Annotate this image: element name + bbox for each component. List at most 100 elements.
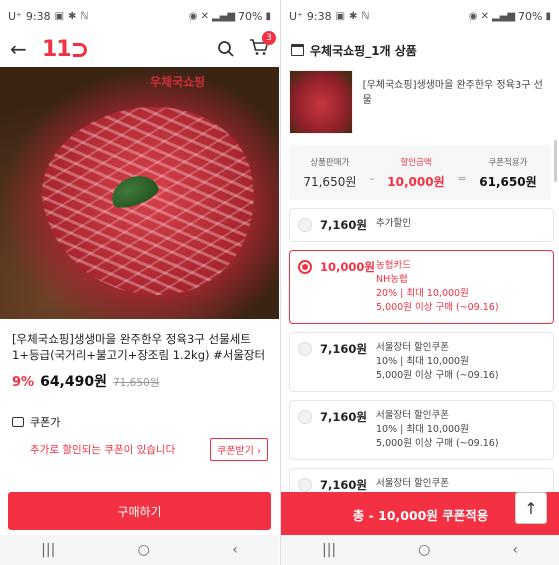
discount-value: 10,000원	[387, 174, 445, 189]
status-bar: U⁺ 9:38 ▣ ✱ ℕ ◉ ✕ ▂▄▆ 70% ▮	[281, 0, 559, 32]
coupon-detail-line: NH농협	[376, 274, 408, 285]
product-detail-screen: U⁺ 9:38 ▣ ✱ ℕ ◉ ✕ ▂▄▆ 70% ▮ ← 11 3 우체국쇼핑…	[0, 0, 279, 565]
radio-button[interactable]	[298, 218, 312, 232]
equals-sign: =	[457, 172, 467, 185]
coupon-option[interactable]: 7,160원 추가할인	[289, 208, 554, 242]
coupon-ticket-icon	[12, 417, 24, 427]
notification-icon: ℕ	[361, 10, 370, 22]
clock: 9:38	[306, 9, 332, 23]
battery-icon: ▮	[265, 10, 271, 22]
coupon-message: 추가로 할인되는 쿠폰이 있습니다	[30, 444, 176, 456]
coupon-option[interactable]: 7,160원 서울장터 할인쿠폰 10% | 최대 10,000원 5,000원 이상…	[289, 332, 554, 392]
recent-apps-button[interactable]: |||	[322, 542, 336, 558]
coupon-amount: 7,160원	[320, 342, 367, 356]
original-price: 71,650원	[112, 377, 160, 389]
sale-price: 64,490원	[40, 374, 107, 390]
coupon-option-list: 7,160원 추가할인 10,000원 농협카드 NH농협 20% | 최대 10,000…	[289, 208, 554, 510]
coupon-description: 추가할인	[376, 217, 411, 233]
carrier-label: U⁺	[8, 9, 22, 23]
radio-button[interactable]	[298, 410, 312, 424]
price-row: 9% 64,490원 71,650원	[12, 371, 159, 391]
battery-level: 70%	[238, 9, 263, 23]
coupon-option[interactable]: 7,160원 서울장터 할인쿠폰 10% | 최대 10,000원 5,000원 이상…	[289, 400, 554, 460]
store-header: 우체국쇼핑_1개 상품	[291, 38, 549, 62]
coupon-price-value: 61,650원	[479, 174, 537, 189]
coupon-detail-line: 추가할인	[376, 218, 411, 229]
store-title: 우체국쇼핑_1개 상품	[310, 43, 417, 58]
signal-icon: ▂▄▆	[491, 10, 516, 22]
coupon-detail-line: 5,000원 이상 구매 (~09.16)	[376, 302, 499, 313]
back-button[interactable]: ‹	[232, 542, 238, 558]
notification-icon: ℕ	[80, 10, 89, 22]
get-coupon-button[interactable]: 쿠폰받기 ›	[210, 438, 268, 461]
coupon-detail-line: 20% | 최대 10,000원	[376, 288, 469, 299]
system-nav-bar: ||| ○ ‹	[281, 535, 559, 565]
coupon-detail-line: 5,000원 이상 구매 (~09.16)	[376, 438, 499, 449]
coupon-detail-line: 5,000원 이상 구매 (~09.16)	[376, 370, 499, 381]
carrier-label: U⁺	[289, 9, 303, 23]
nfc-icon: ✱	[68, 10, 77, 22]
coupon-description: 농협카드 NH농협 20% | 최대 10,000원 5,000원 이상 구매 (~0…	[376, 259, 499, 315]
clock: 9:38	[25, 9, 51, 23]
sale-price-label: 상품판매가	[310, 157, 350, 168]
gallery-icon: ▣	[54, 10, 65, 22]
coupon-amount: 7,160원	[320, 218, 367, 232]
sale-price-value: 71,650원	[303, 174, 357, 189]
coupon-description: 서울장터 할인쿠폰 10% | 최대 10,000원 5,000원 이상 구매 (~…	[376, 409, 499, 451]
steak-graphic	[27, 87, 273, 317]
vibrate-icon: ◉	[468, 10, 478, 22]
discount-rate: 9%	[12, 375, 35, 390]
coupon-detail-line: 서울장터 할인쿠폰	[376, 342, 449, 353]
battery-icon: ▮	[545, 10, 551, 22]
coupon-description: 서울장터 할인쿠폰	[376, 477, 449, 493]
vibrate-icon: ◉	[188, 10, 198, 22]
radio-button[interactable]	[298, 342, 312, 356]
coupon-price-label: 쿠폰적용가	[488, 157, 528, 168]
radio-button[interactable]	[298, 260, 312, 274]
back-arrow-icon[interactable]: ←	[10, 37, 34, 61]
product-title: [우체국쇼핑]생생마을 완주한우 정육3구 선물세트 1+등급(국거리+불고기+…	[12, 332, 266, 362]
nfc-icon: ✱	[349, 10, 358, 22]
gallery-icon: ▣	[335, 10, 346, 22]
scrollbar[interactable]	[554, 140, 557, 182]
back-button[interactable]: ‹	[512, 542, 518, 558]
product-name: [우체국쇼핑]생생마을 완주한우 정육3구 선물	[362, 80, 543, 106]
coupon-detail-line: 10% | 최대 10,000원	[376, 424, 469, 435]
product-thumbnail	[289, 70, 353, 134]
coupon-amount: 10,000원	[320, 260, 375, 274]
image-overlay-text: 우체국쇼핑	[150, 75, 206, 89]
coupon-detail-line: 10% | 최대 10,000원	[376, 356, 469, 367]
coupon-detail-line: 농협카드	[376, 260, 411, 271]
radio-button[interactable]	[298, 478, 312, 492]
coupon-amount: 7,160원	[320, 410, 367, 424]
brand-logo[interactable]: 11	[42, 37, 87, 62]
price-summary: 상품판매가 71,650원 – 할인금액 10,000원 = 쿠폰적용가 61,…	[289, 145, 551, 200]
product-image[interactable]: 우체국쇼핑	[0, 67, 279, 319]
store-icon	[291, 44, 304, 56]
home-button[interactable]: ○	[138, 542, 150, 558]
search-icon[interactable]	[217, 40, 235, 58]
mute-icon: ✕	[480, 10, 489, 22]
coupon-detail-line: 서울장터 할인쿠폰	[376, 478, 449, 489]
home-button[interactable]: ○	[418, 542, 430, 558]
signal-icon: ▂▄▆	[211, 10, 236, 22]
buy-button[interactable]: 구매하기	[8, 492, 271, 530]
recent-apps-button[interactable]: |||	[41, 542, 55, 558]
product-summary: [우체국쇼핑]생생마을 완주한우 정육3구 선물	[289, 70, 551, 134]
coupon-select-screen: U⁺ 9:38 ▣ ✱ ℕ ◉ ✕ ▂▄▆ 70% ▮ 우체국쇼핑_1개 상품 …	[280, 0, 559, 565]
mute-icon: ✕	[200, 10, 209, 22]
coupon-option[interactable]: 10,000원 농협카드 NH농협 20% | 최대 10,000원 5,000원 이상…	[289, 250, 554, 324]
cart-count-badge: 3	[262, 31, 276, 45]
cart-button[interactable]: 3	[249, 31, 276, 60]
coupon-label: 쿠폰가	[30, 416, 61, 429]
scroll-top-button[interactable]: ↑	[515, 492, 547, 524]
system-nav-bar: ||| ○ ‹	[0, 535, 279, 565]
coupon-description: 서울장터 할인쿠폰 10% | 최대 10,000원 5,000원 이상 구매 (~…	[376, 341, 499, 383]
minus-sign: –	[369, 172, 375, 185]
coupon-detail-line: 서울장터 할인쿠폰	[376, 410, 449, 421]
coupon-amount: 7,160원	[320, 478, 367, 492]
discount-label: 할인금액	[400, 157, 432, 168]
status-bar: U⁺ 9:38 ▣ ✱ ℕ ◉ ✕ ▂▄▆ 70% ▮	[0, 0, 279, 32]
app-header: ← 11 3	[0, 31, 279, 66]
coupon-section: 쿠폰가 추가로 할인되는 쿠폰이 있습니다 쿠폰받기 ›	[12, 414, 268, 461]
